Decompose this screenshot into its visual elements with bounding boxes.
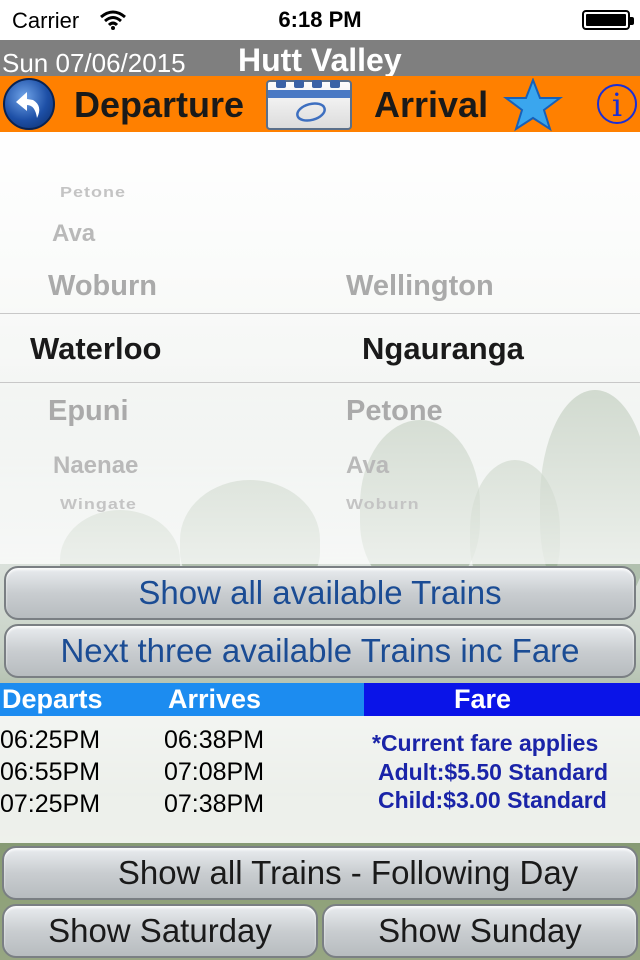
departure-time: 07:25PM [0,790,101,818]
picker-selection-top [0,313,640,314]
results-body: 06:25PM 06:38PM 06:55PM 07:08PM 07:25PM … [0,716,640,843]
info-button[interactable]: i [597,84,637,124]
info-icon: i [611,86,623,124]
arrives-header: Arrives [168,684,262,714]
toolbar: Departure Arrival i [0,76,640,132]
results-header-fare: Fare [364,683,640,716]
arrival-option[interactable]: Ava [346,452,389,480]
show-sunday-button[interactable]: Show Sunday [322,904,638,958]
fare-note: *Current fare applies [372,730,599,756]
region-title: Hutt Valley [238,42,402,78]
departure-option[interactable]: Wingate [60,496,137,513]
child-fare: Child:$3.00 Standard [378,787,607,813]
departure-selected[interactable]: Waterloo [30,331,161,367]
station-picker[interactable]: Petone Ava Woburn Waterloo Epuni Naenae … [0,132,640,564]
show-sunday-label: Show Sunday [378,912,582,949]
departure-option[interactable]: Naenae [53,452,138,480]
arrival-selected[interactable]: Ngauranga [362,331,524,367]
battery-icon [582,10,634,30]
departure-option[interactable]: Petone [60,184,126,201]
results-table: Departs Arrives Fare 06:25PM 06:38PM 06:… [0,683,640,843]
status-bar: Carrier 6:18 PM [0,0,640,40]
results-header-times: Departs Arrives [0,683,364,716]
show-all-trains-button[interactable]: Show all available Trains [4,566,636,620]
arrival-time: 07:38PM [164,790,265,818]
departure-option[interactable]: Woburn [48,270,157,303]
arrival-option[interactable]: Woburn [346,496,420,513]
departs-header: Departs [2,684,103,714]
departure-time: 06:55PM [0,758,101,786]
show-saturday-button[interactable]: Show Saturday [2,904,318,958]
departure-time: 06:25PM [0,726,101,754]
following-day-button[interactable]: Show all Trains - Following Day [2,846,638,900]
arrival-option[interactable]: Wellington [346,270,494,303]
date-label: Sun 07/06/2015 [2,48,186,78]
arrival-label: Arrival [374,84,489,125]
star-icon [503,77,563,132]
back-button[interactable] [3,78,55,130]
arrival-option[interactable]: Petone [346,395,443,428]
next-three-trains-button[interactable]: Next three available Trains inc Fare [4,624,636,678]
show-all-trains-label: Show all available Trains [138,574,502,611]
show-saturday-label: Show Saturday [48,912,272,949]
adult-fare: Adult:$5.50 Standard [378,759,609,785]
picker-selection-bottom [0,382,640,383]
favorite-star-button[interactable] [502,77,564,137]
fare-header: Fare [454,684,512,714]
following-day-label: Show all Trains - Following Day [117,854,579,891]
departure-option[interactable]: Epuni [48,395,129,428]
calendar-button[interactable] [266,80,352,130]
departure-label: Departure [74,84,245,125]
arrival-time: 07:08PM [164,758,265,786]
arrival-time: 06:38PM [164,726,265,754]
departure-option[interactable]: Ava [52,220,95,248]
back-arrow-icon [16,92,40,118]
calendar-icon [296,102,326,122]
clock: 6:18 PM [278,7,362,32]
next-three-trains-label: Next three available Trains inc Fare [60,632,580,669]
title-bar: Sun 07/06/2015 Hutt Valley [0,40,640,78]
